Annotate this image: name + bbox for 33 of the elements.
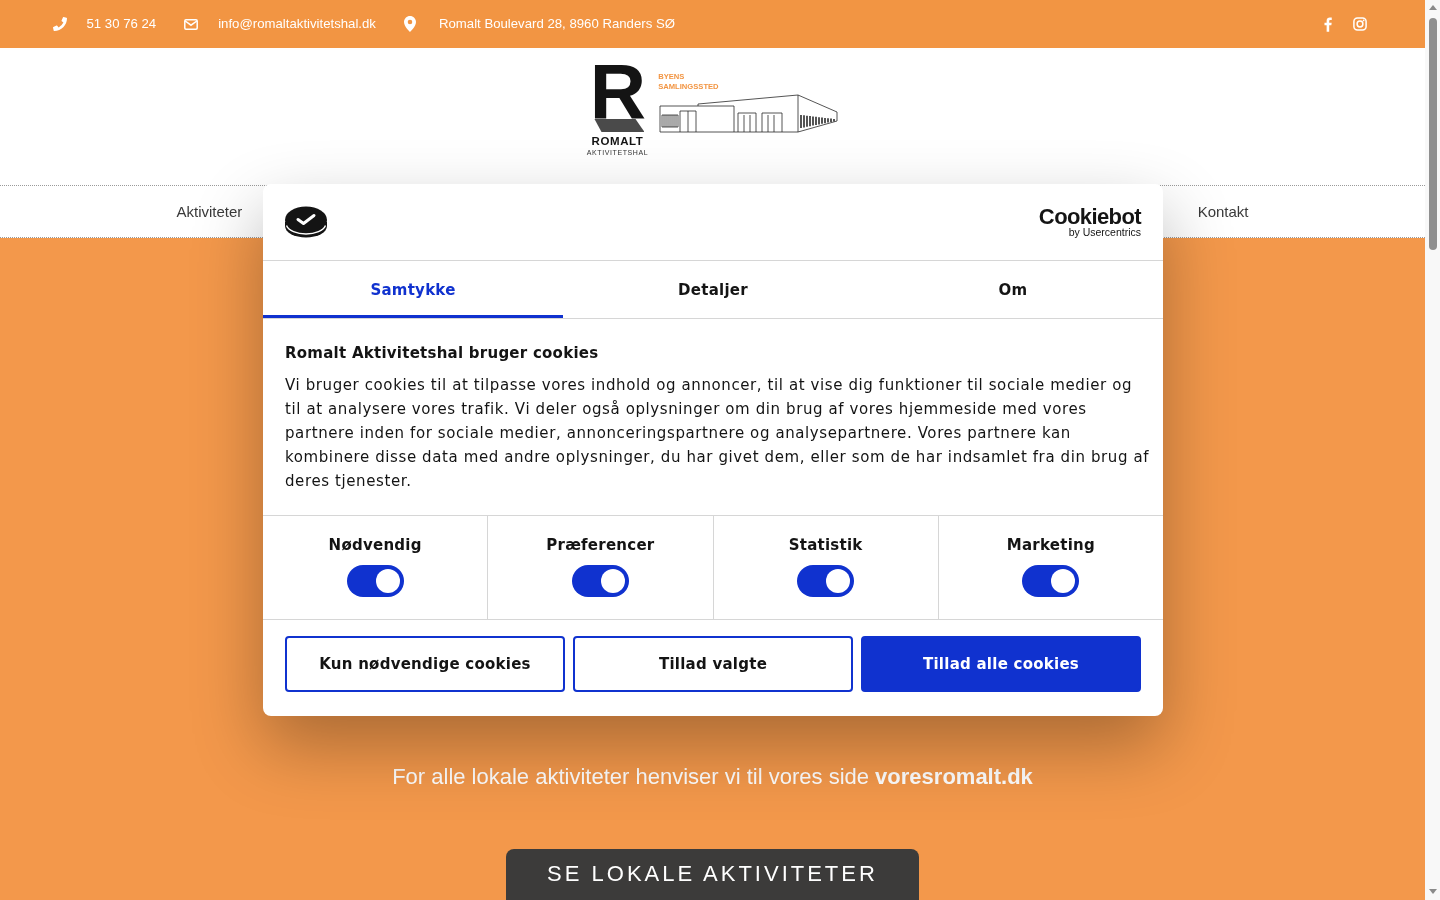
consent-button[interactable]: Tillad valgte <box>573 636 853 692</box>
logo-name: ROMALT <box>591 135 644 148</box>
intro-text: For alle lokale aktiviteter henviser vi til vores side voresromalt.dk <box>392 763 1033 791</box>
address-text: Romalt Boulevard 28, 8960 Randers SØ <box>438 16 675 32</box>
nav-link[interactable]: Aktiviteter <box>176 203 243 220</box>
toggle-switch[interactable] <box>797 565 855 597</box>
brand-byline: by Usercentrics <box>1068 227 1141 238</box>
consent-button[interactable]: Tillad alle cookies <box>861 636 1141 692</box>
scroll-down-arrow-icon[interactable] <box>1428 889 1437 894</box>
category-label: Nødvendig <box>328 535 422 556</box>
activities-button[interactable]: SE LOKALE AKTIVITETER <box>506 849 919 900</box>
dialog-tab[interactable]: Samtykke <box>263 261 563 318</box>
scrollbar[interactable] <box>1425 0 1440 900</box>
facebook-icon[interactable] <box>1323 16 1332 32</box>
map-pin-icon <box>403 16 416 32</box>
consent-button[interactable]: Kun nødvendige cookies <box>285 636 565 692</box>
toggle-switch[interactable] <box>571 565 629 597</box>
category-label: Statistik <box>788 535 863 556</box>
dialog-title: Romalt Aktivitetshal bruger cookies <box>285 343 600 364</box>
scroll-up-arrow-icon[interactable] <box>1428 5 1437 10</box>
scrollbar-thumb[interactable] <box>1428 18 1437 250</box>
dialog-text: Vi bruger cookies til at tilpasse vores indhold og annoncer, til at vise dig funktioner til sociale medier og til at analysere vores trafik. Vi deler også oplysninger om din brug af vores hjemmeside med vores partnere inden for sociale medier, annonceringspartnere og analysepartnere. Vores partnere kan kombinere disse data med andre oplysninger, du har givet dem, eller som de har indsamlet fra din brug af deres tjenester. <box>285 375 1151 492</box>
nav-link[interactable]: Kontakt <box>1197 203 1249 220</box>
category-label: Marketing <box>1006 535 1095 556</box>
toggle-switch[interactable] <box>346 565 404 597</box>
tick-disc-icon <box>285 206 327 238</box>
brand-name: Cookiebot <box>1038 206 1141 227</box>
phone-icon <box>52 17 67 31</box>
category-label: Præferencer <box>546 535 655 556</box>
instagram-icon[interactable] <box>1352 17 1367 31</box>
logo-letter: R <box>588 62 647 132</box>
toggle-switch[interactable] <box>1022 565 1080 597</box>
envelope-icon <box>184 18 199 30</box>
